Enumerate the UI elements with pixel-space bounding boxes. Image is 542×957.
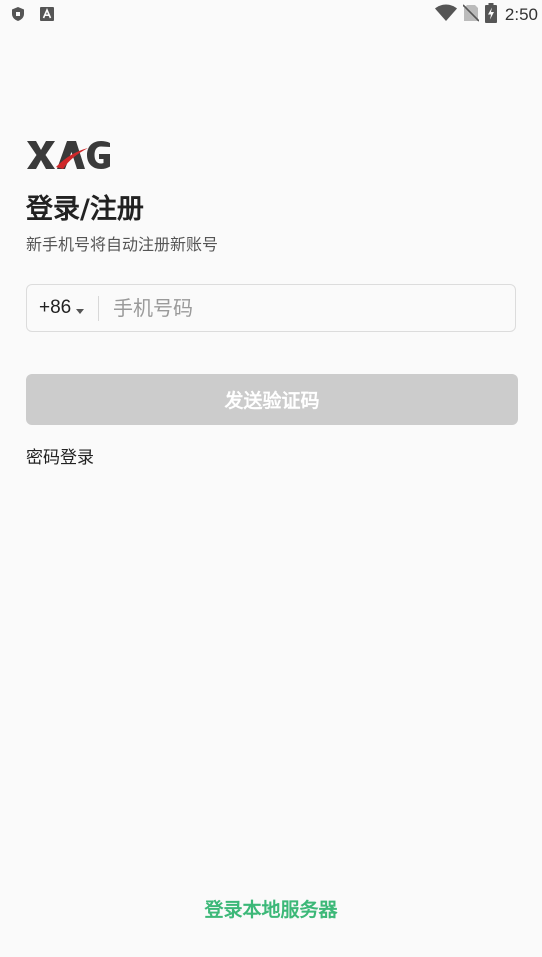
- page-title: 登录/注册: [26, 194, 144, 225]
- status-left-icons: [12, 6, 54, 25]
- xag-logo: [26, 139, 112, 175]
- status-bar: 2:50: [0, 0, 542, 30]
- wifi-icon: [434, 4, 457, 26]
- country-code-selector[interactable]: +86: [39, 285, 85, 331]
- phone-number-input[interactable]: [113, 290, 503, 326]
- app-a-icon: [40, 6, 54, 25]
- shield-icon: [12, 6, 24, 25]
- send-verification-code-button[interactable]: 发送验证码: [26, 374, 518, 425]
- no-sim-icon: [462, 4, 480, 26]
- status-time: 2:50: [504, 5, 538, 24]
- local-server-login-link[interactable]: 登录本地服务器: [0, 895, 542, 922]
- password-login-link[interactable]: 密码登录: [26, 443, 94, 468]
- status-right-icons: 2:50: [434, 3, 538, 27]
- page-subtitle: 新手机号将自动注册新账号: [26, 235, 219, 254]
- battery-charging-icon: [484, 3, 497, 27]
- phone-field: +86: [26, 284, 516, 332]
- country-code-value: +86: [39, 297, 72, 318]
- dropdown-arrow-icon: [76, 299, 85, 318]
- field-divider: [98, 296, 99, 321]
